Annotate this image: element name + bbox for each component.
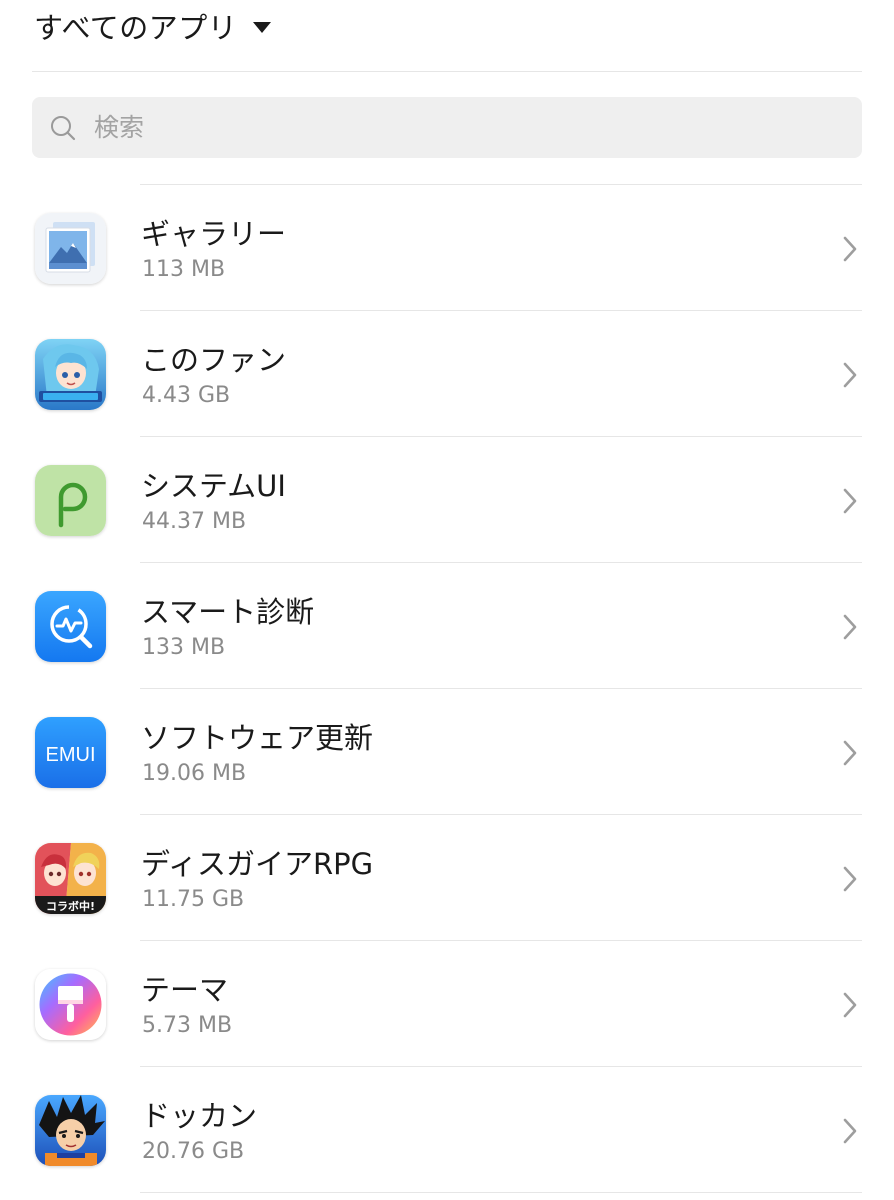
chevron-right-icon — [843, 992, 857, 1018]
chevron-right-icon — [843, 362, 857, 388]
row-divider — [140, 1192, 862, 1193]
app-size: 11.75 GB — [142, 887, 245, 912]
software-update-app-icon: EMUI — [35, 717, 106, 788]
app-size: 44.37 MB — [142, 509, 247, 534]
emui-logo-text: EMUI — [46, 744, 96, 766]
chevron-right-icon — [843, 488, 857, 514]
smart-diagnosis-app-icon — [35, 591, 106, 662]
themes-app-icon — [35, 969, 106, 1040]
dokkan-app-icon — [35, 1095, 106, 1166]
search-input[interactable] — [94, 113, 794, 142]
app-item-dokkan[interactable]: ドッカン 20.76 GB — [0, 1067, 894, 1193]
app-size: 113 MB — [142, 257, 226, 282]
app-name: テーマ — [141, 973, 229, 1007]
konofan-app-icon — [35, 339, 106, 410]
chevron-right-icon — [843, 740, 857, 766]
app-size: 133 MB — [142, 635, 226, 660]
gallery-app-icon — [35, 213, 106, 284]
app-item-konofan[interactable]: このファン 4.43 GB — [0, 311, 894, 437]
app-size: 19.06 MB — [142, 761, 247, 786]
app-name: ソフトウェア更新 — [141, 721, 374, 755]
app-name: システムUI — [141, 469, 286, 503]
app-item-themes[interactable]: テーマ 5.73 MB — [0, 941, 894, 1067]
app-size: 4.43 GB — [142, 383, 231, 408]
search-icon — [51, 115, 76, 140]
app-filter-dropdown[interactable]: すべてのアプリ — [34, 0, 272, 52]
app-name: ディスガイアRPG — [141, 847, 374, 881]
search-bar[interactable] — [32, 97, 862, 158]
collab-badge-text: コラボ中! — [46, 899, 95, 913]
app-size: 5.73 MB — [142, 1013, 233, 1038]
app-name: ドッカン — [141, 1099, 258, 1133]
app-name: このファン — [141, 343, 287, 377]
app-item-system-ui[interactable]: システムUI 44.37 MB — [0, 437, 894, 563]
filter-label: すべてのアプリ — [34, 11, 238, 45]
app-item-gallery[interactable]: ギャラリー 113 MB — [0, 185, 894, 311]
header-divider — [32, 71, 862, 72]
app-name: ギャラリー — [141, 217, 287, 251]
app-item-software-update[interactable]: EMUI ソフトウェア更新 19.06 MB — [0, 689, 894, 815]
caret-down-icon — [253, 21, 272, 33]
chevron-right-icon — [843, 236, 857, 262]
app-name: スマート診断 — [141, 595, 315, 629]
disgaea-rpg-app-icon: コラボ中! — [35, 843, 106, 914]
app-list: ギャラリー 113 MB このファン 4.43 GB システムUI 44.37 … — [0, 185, 894, 1193]
app-size: 20.76 GB — [142, 1139, 245, 1164]
chevron-right-icon — [843, 614, 857, 640]
system-ui-app-icon — [35, 465, 106, 536]
app-item-smart-diagnosis[interactable]: スマート診断 133 MB — [0, 563, 894, 689]
chevron-right-icon — [843, 866, 857, 892]
app-item-disgaea-rpg[interactable]: コラボ中! ディスガイアRPG 11.75 GB — [0, 815, 894, 941]
chevron-right-icon — [843, 1118, 857, 1144]
